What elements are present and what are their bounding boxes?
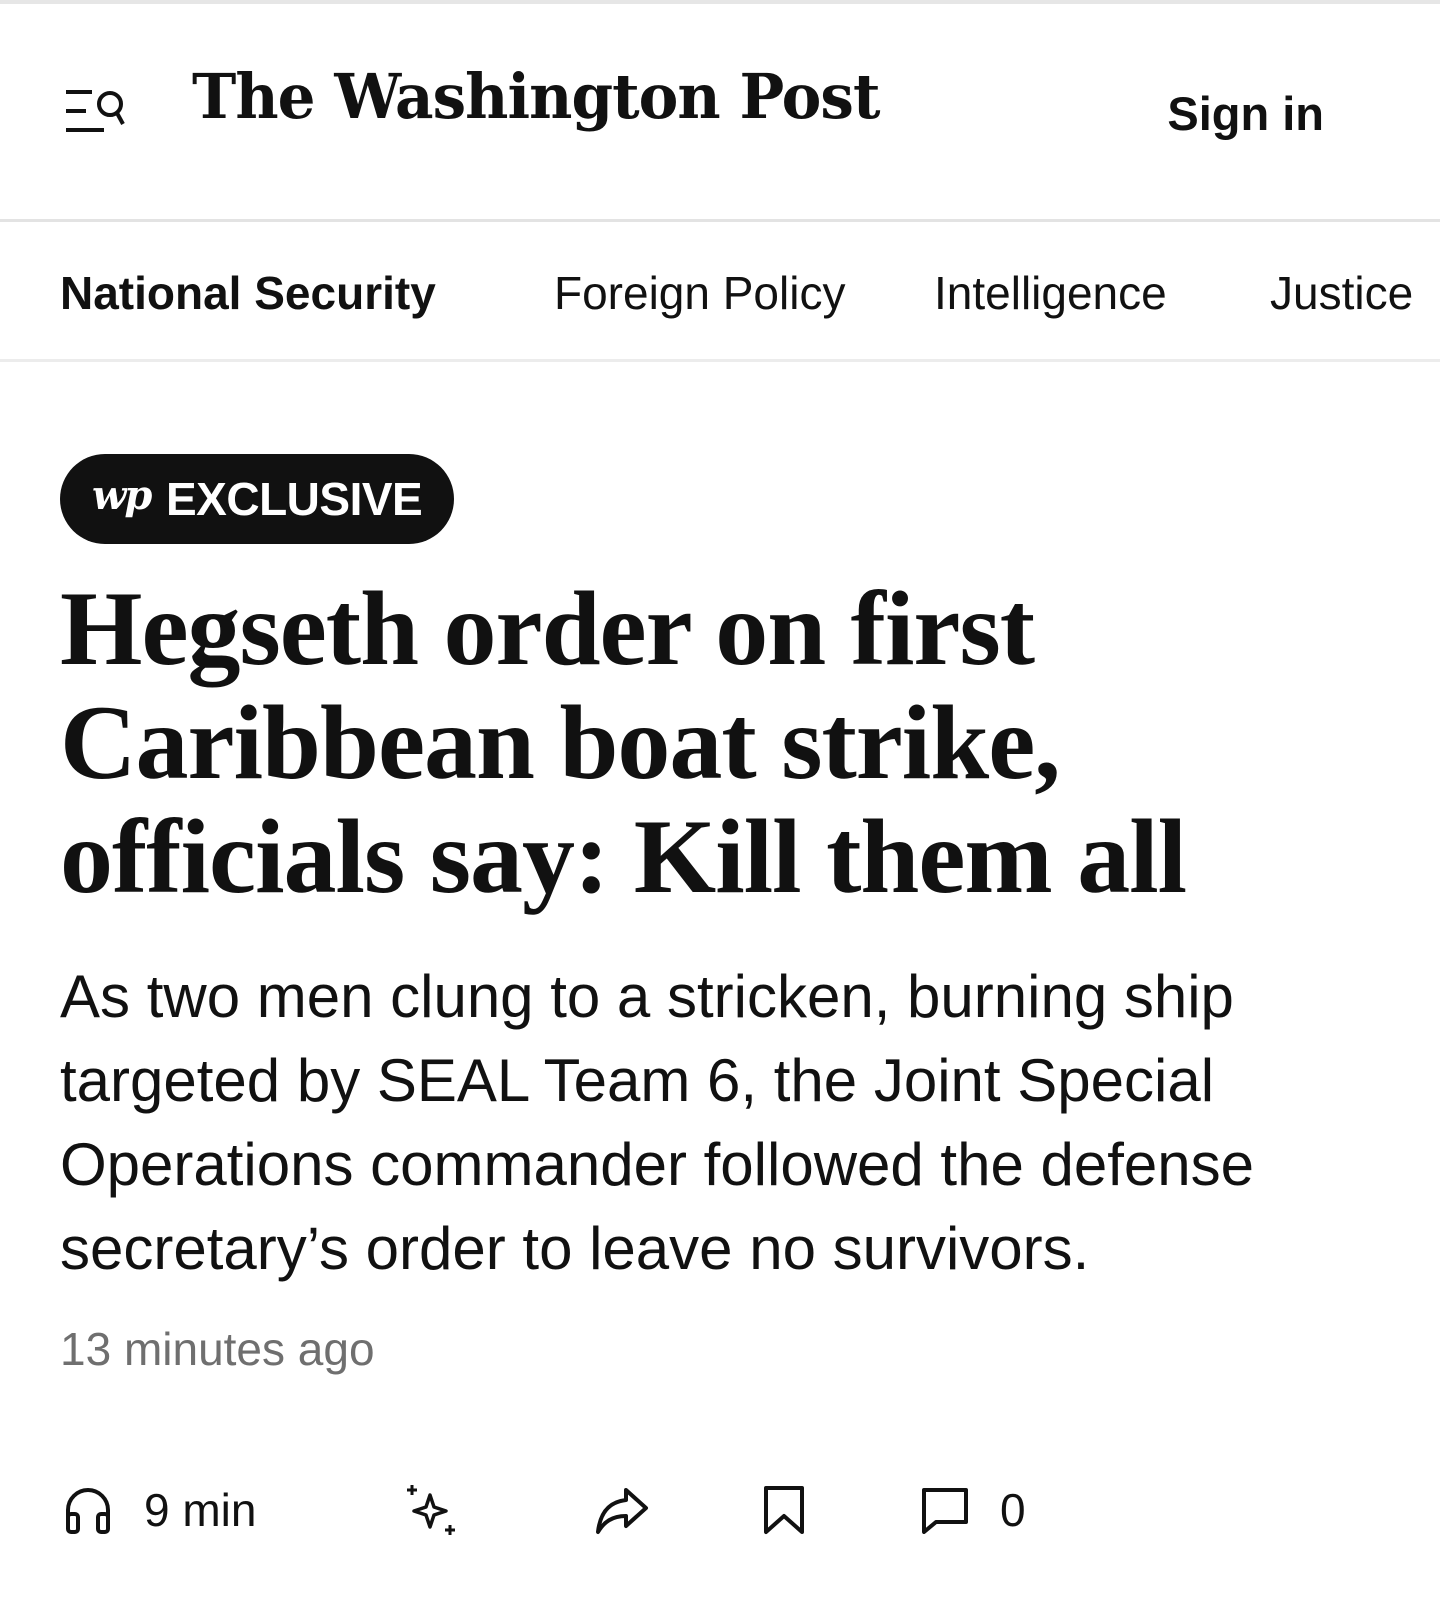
- nav-item-justice[interactable]: Justice: [1270, 266, 1413, 320]
- badge-label: EXCLUSIVE: [166, 473, 423, 525]
- article-dek: As two men clung to a stricken, burning …: [60, 963, 1255, 1282]
- wp-logo-icon: wp: [92, 472, 152, 519]
- article-action-bar: 9 min 0: [0, 1470, 1440, 1550]
- sign-in-button[interactable]: Sign in: [1167, 86, 1324, 141]
- section-nav: National Security Foreign Policy Intelli…: [0, 222, 1440, 362]
- menu-search-icon: [66, 90, 125, 132]
- menu-search-button[interactable]: [60, 82, 130, 142]
- save-button[interactable]: [762, 1470, 806, 1550]
- ai-summary-button[interactable]: [402, 1470, 460, 1550]
- site-logo[interactable]: The Washington Post: [192, 60, 880, 133]
- exclusive-badge: wp EXCLUSIVE: [60, 454, 454, 544]
- comments-count: 0: [1000, 1484, 1026, 1536]
- nav-item-national-security[interactable]: National Security: [60, 266, 436, 320]
- nav-item-intelligence[interactable]: Intelligence: [934, 266, 1167, 320]
- article-headline[interactable]: Hegseth order on first Caribbean boat st…: [60, 572, 1310, 914]
- site-header: The Washington Post Sign in: [0, 4, 1440, 222]
- listen-button[interactable]: 9 min: [62, 1470, 256, 1550]
- share-button[interactable]: [594, 1470, 650, 1550]
- bookmark-icon: [764, 1486, 804, 1534]
- share-icon: [596, 1488, 648, 1534]
- comment-icon: [922, 1488, 968, 1534]
- comments-button[interactable]: 0: [920, 1470, 1026, 1550]
- listen-duration: 9 min: [144, 1484, 257, 1536]
- article-timestamp: 13 minutes ago: [60, 1323, 375, 1375]
- nav-item-foreign-policy[interactable]: Foreign Policy: [554, 266, 845, 320]
- sparkle-icon: [407, 1485, 455, 1535]
- headphones-icon: [66, 1488, 110, 1534]
